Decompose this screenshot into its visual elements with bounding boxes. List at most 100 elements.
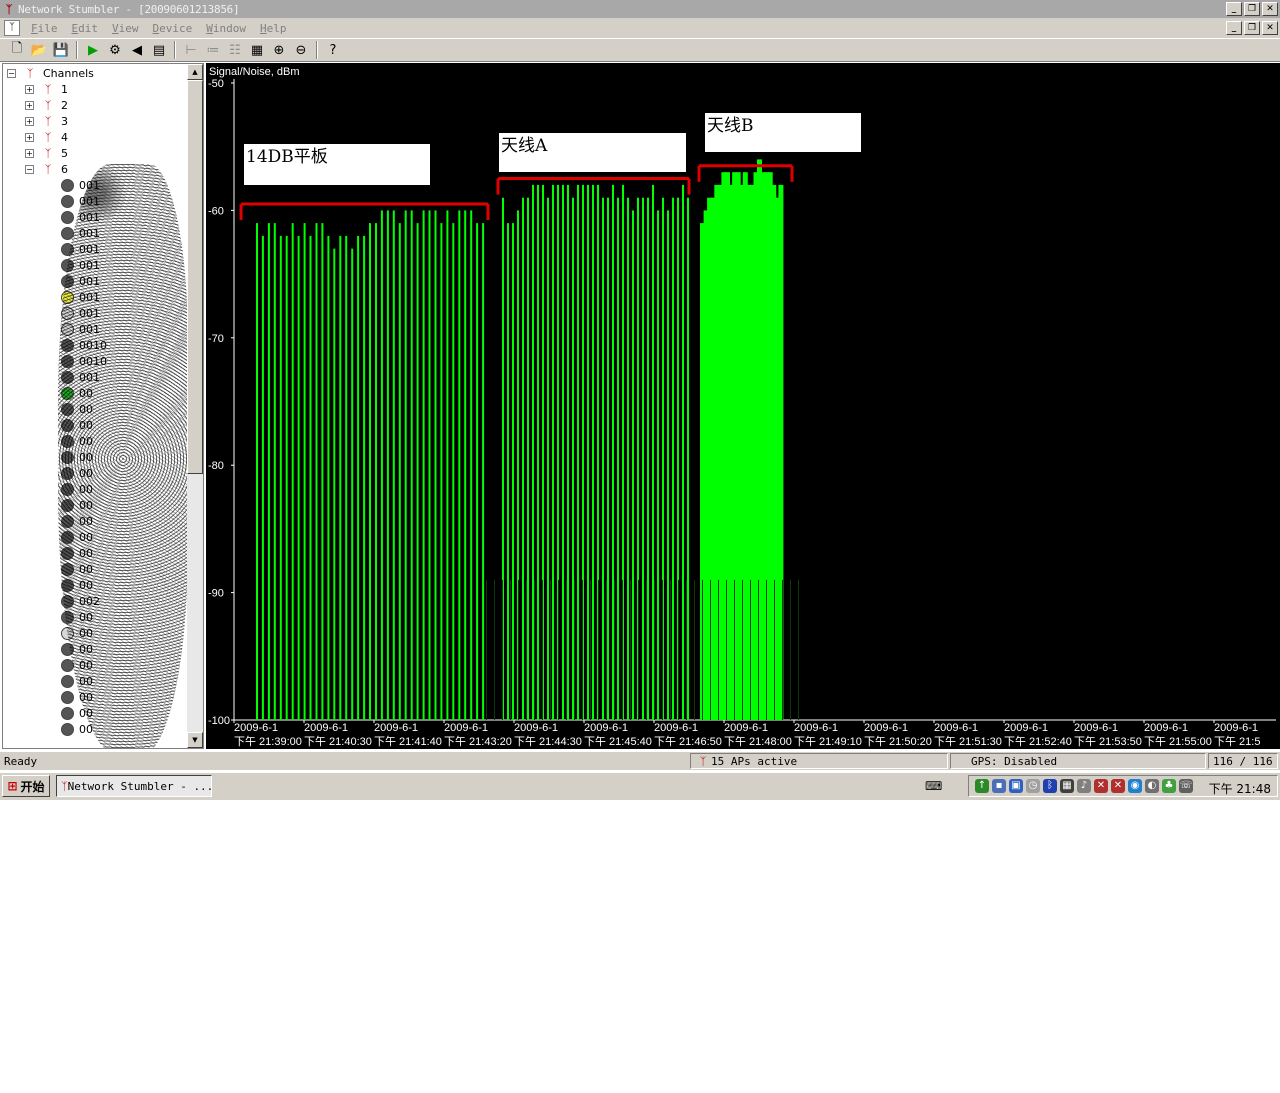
- scan-speed-icon[interactable]: ◀: [126, 39, 148, 61]
- tree-item-channel[interactable]: + ᛉ 2: [25, 97, 68, 113]
- save-icon[interactable]: 💾: [50, 39, 72, 61]
- close-button[interactable]: ✕: [1262, 2, 1278, 16]
- tree-item-channel[interactable]: − ᛉ 6: [25, 161, 68, 177]
- noise-bar: [502, 579, 503, 720]
- x-tick-date-label: 2009-6-1: [864, 722, 908, 734]
- connection-tray-icon[interactable]: ▪: [992, 779, 1006, 793]
- signal-bar: [527, 197, 529, 720]
- app-tray-icon[interactable]: ♣: [1162, 779, 1176, 793]
- scroll-down-arrow-icon[interactable]: ▼: [187, 732, 203, 748]
- x-tick-date-label: 2009-6-1: [724, 722, 768, 734]
- columns-icon[interactable]: ☷: [224, 39, 246, 61]
- taskbar-item-label: Network Stumbler - ...: [67, 779, 212, 793]
- x-tick-time-label: 下午 21:53:50: [1074, 735, 1142, 748]
- network-error-tray-icon[interactable]: ✕: [1111, 779, 1125, 793]
- scroll-up-arrow-icon[interactable]: ▲: [187, 64, 203, 80]
- signal-bar: [404, 210, 407, 720]
- y-tick-label: -100: [208, 715, 230, 727]
- expand-toggle[interactable]: +: [25, 100, 34, 110]
- tree-vertical-scrollbar[interactable]: ▲ ▼: [187, 64, 203, 748]
- zoom-in-icon[interactable]: ⊕: [268, 39, 290, 61]
- auto-config-icon[interactable]: ⚙: [104, 39, 126, 61]
- grid-icon[interactable]: ▦: [246, 39, 268, 61]
- expand-toggle[interactable]: +: [25, 148, 34, 158]
- tree-icon[interactable]: ⊢: [180, 39, 202, 61]
- signal-bar: [422, 210, 425, 720]
- browser-tray-icon[interactable]: ◉: [1128, 779, 1142, 793]
- x-tick-time-label: 下午 21:43:20: [444, 735, 512, 748]
- tree-root-channels[interactable]: − ᛉ Channels: [7, 65, 94, 81]
- tree-item-label: 2: [61, 98, 68, 112]
- taskbar-item-network-stumbler[interactable]: ᛉ Network Stumbler - ...: [56, 775, 212, 797]
- keyboard-icon[interactable]: ⌨: [925, 779, 942, 793]
- x-tick-time-label: 下午 21:40:30: [304, 735, 372, 748]
- phone-tray-icon[interactable]: ☏: [1179, 779, 1193, 793]
- play-icon[interactable]: ▶: [82, 39, 104, 61]
- menu-help[interactable]: Help: [253, 22, 294, 35]
- menu-file[interactable]: File: [24, 22, 65, 35]
- signal-bar: [512, 223, 514, 720]
- minimize-button[interactable]: _: [1226, 2, 1242, 16]
- expand-toggle[interactable]: +: [25, 132, 34, 142]
- tree-item-channel[interactable]: + ᛉ 3: [25, 113, 68, 129]
- tree-item-channel[interactable]: + ᛉ 1: [25, 81, 68, 97]
- tree-item-channel[interactable]: + ᛉ 5: [25, 145, 68, 161]
- start-button[interactable]: ⊞ 开始: [2, 775, 50, 797]
- help-icon[interactable]: ?: [322, 39, 344, 61]
- collapse-toggle[interactable]: −: [7, 68, 16, 78]
- y-tick-label: -50: [208, 78, 224, 90]
- signal-bar: [333, 248, 336, 720]
- signal-bar: [632, 210, 634, 720]
- menu-view[interactable]: View: [105, 22, 146, 35]
- signal-bar: [617, 197, 619, 720]
- noise-bar: [694, 579, 695, 720]
- expand-toggle[interactable]: +: [25, 84, 34, 94]
- signal-bar: [482, 223, 485, 720]
- x-tick-time-label: 下午 21:41:40: [374, 735, 442, 748]
- zoom-out-icon[interactable]: ⊖: [290, 39, 312, 61]
- signal-bar: [351, 248, 354, 720]
- window-title: Network Stumbler - [20090601213856]: [18, 2, 240, 16]
- tree-item-channel[interactable]: + ᛉ 4: [25, 129, 68, 145]
- noise-bar: [574, 579, 575, 720]
- restore-button[interactable]: ❐: [1244, 2, 1260, 16]
- noise-bar: [718, 579, 719, 720]
- clock-tray-icon[interactable]: ◷: [1026, 779, 1040, 793]
- update-tray-icon[interactable]: ◐: [1145, 779, 1159, 793]
- mdi-minimize-button[interactable]: _: [1226, 21, 1242, 35]
- mdi-controls: _ ❐ ✕: [1226, 21, 1278, 35]
- expand-toggle[interactable]: −: [25, 164, 34, 174]
- network-tray-icon[interactable]: ↑: [975, 779, 989, 793]
- document-icon[interactable]: ᛉ: [4, 20, 20, 36]
- x-tick-time-label: 下午 21:48:00: [724, 735, 792, 748]
- network-error-tray-icon[interactable]: ✕: [1094, 779, 1108, 793]
- volume-tray-icon[interactable]: ♪: [1077, 779, 1091, 793]
- signal-bar: [285, 235, 288, 720]
- expand-toggle[interactable]: +: [25, 116, 34, 126]
- antenna-icon: ᛉ: [44, 98, 52, 112]
- menu-edit[interactable]: Edit: [65, 22, 106, 35]
- scroll-thumb[interactable]: [187, 80, 203, 474]
- signal-bar: [297, 235, 300, 720]
- toolbar: 🗋 📂 💾 ▶ ⚙ ◀ ▤ ⊢ ≔ ☷ ▦ ⊕ ⊖ ?: [0, 38, 1280, 62]
- open-icon[interactable]: 📂: [28, 39, 50, 61]
- noise-bar: [518, 579, 519, 720]
- status-ready: Ready: [0, 753, 690, 769]
- x-tick-date-label: 2009-6-1: [794, 722, 838, 734]
- new-icon[interactable]: 🗋: [6, 39, 28, 61]
- menu-window[interactable]: Window: [199, 22, 253, 35]
- noise-bar: [550, 579, 551, 720]
- x-tick-date-label: 2009-6-1: [234, 722, 278, 734]
- noise-bar: [798, 579, 799, 720]
- title-bar[interactable]: ᛉ Network Stumbler - [20090601213856] _ …: [0, 0, 1280, 18]
- properties-icon[interactable]: ▤: [148, 39, 170, 61]
- list-icon[interactable]: ≔: [202, 39, 224, 61]
- mdi-close-button[interactable]: ✕: [1262, 21, 1278, 35]
- memory-tray-icon[interactable]: ▦: [1060, 779, 1074, 793]
- shield-tray-icon[interactable]: ▣: [1009, 779, 1023, 793]
- channel-tree[interactable]: − ᛉ Channels +ᛉ1+ᛉ2+ᛉ3+ᛉ4+ᛉ5−ᛉ6 00100100…: [2, 63, 204, 749]
- bluetooth-tray-icon[interactable]: ᛒ: [1043, 779, 1057, 793]
- tree-item-ap[interactable]: 00: [61, 721, 93, 737]
- menu-device[interactable]: Device: [146, 22, 200, 35]
- mdi-restore-button[interactable]: ❐: [1244, 21, 1260, 35]
